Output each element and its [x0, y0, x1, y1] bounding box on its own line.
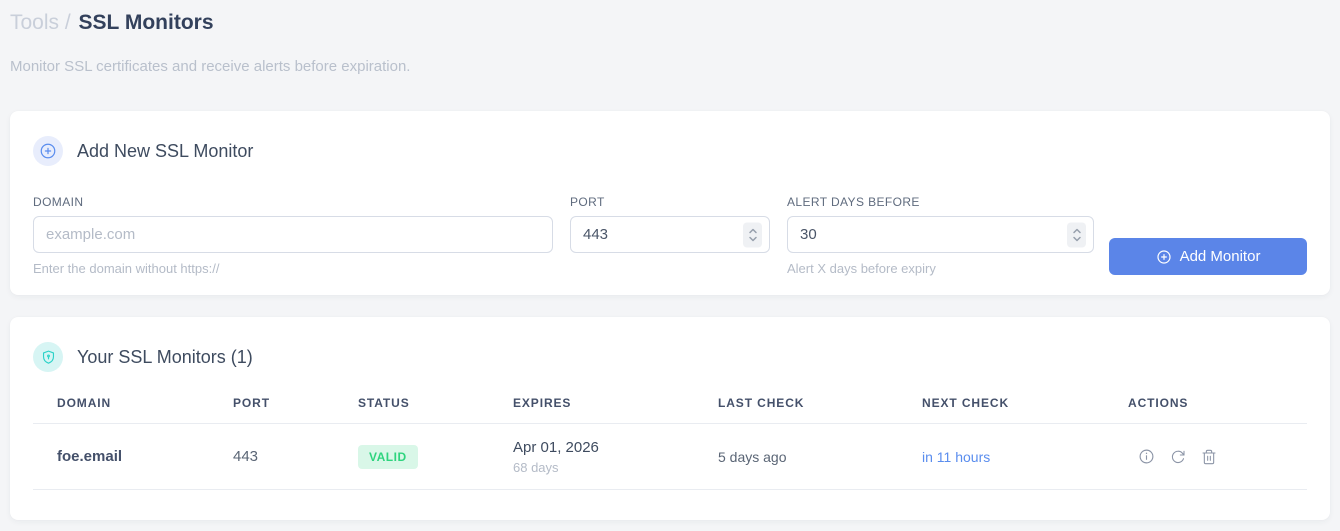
- add-monitor-button-label: Add Monitor: [1179, 248, 1261, 265]
- expires-date: Apr 01, 2026: [513, 438, 599, 456]
- domain-label: DOMAIN: [33, 195, 84, 209]
- add-monitor-form: DOMAIN Enter the domain without https://…: [33, 195, 1307, 276]
- plus-circle-icon: [33, 136, 63, 166]
- column-header-next-check: NEXT CHECK: [922, 396, 1010, 410]
- refresh-icon[interactable]: [1170, 449, 1186, 465]
- port-input[interactable]: [570, 216, 770, 253]
- breadcrumb-separator: /: [59, 11, 77, 34]
- expires-days-remaining: 68 days: [513, 459, 559, 475]
- column-header-last-check: LAST CHECK: [718, 396, 805, 410]
- port-label: PORT: [570, 195, 605, 209]
- breadcrumb-parent[interactable]: Tools: [10, 11, 59, 34]
- column-header-domain: DOMAIN: [57, 396, 112, 410]
- port-field-group: PORT: [570, 195, 770, 253]
- ssl-monitors-card-header: Your SSL Monitors (1): [33, 342, 1307, 372]
- ssl-monitors-card: Your SSL Monitors (1) DOMAIN PORT STATUS…: [10, 317, 1330, 520]
- add-monitor-title: Add New SSL Monitor: [77, 140, 254, 161]
- column-header-port: PORT: [233, 396, 270, 410]
- ssl-monitors-title: Your SSL Monitors (1): [77, 346, 253, 367]
- cell-actions: [1128, 448, 1307, 465]
- cell-next-check[interactable]: in 11 hours: [922, 449, 1128, 465]
- column-header-status: STATUS: [358, 396, 410, 410]
- plus-circle-icon: [1156, 249, 1172, 265]
- cell-port: 443: [233, 448, 259, 465]
- monitors-table: DOMAIN PORT STATUS EXPIRES LAST CHECK NE…: [33, 396, 1307, 490]
- table-row: foe.email 443 VALID Apr 01, 2026 68 days…: [33, 424, 1307, 490]
- add-monitor-button[interactable]: Add Monitor: [1109, 238, 1307, 275]
- column-header-expires: EXPIRES: [513, 396, 572, 410]
- domain-helper-text: Enter the domain without https://: [33, 261, 220, 276]
- add-monitor-card: Add New SSL Monitor DOMAIN Enter the dom…: [10, 111, 1330, 295]
- alert-days-helper-text: Alert X days before expiry: [787, 261, 936, 276]
- column-header-actions: ACTIONS: [1128, 396, 1189, 410]
- trash-icon[interactable]: [1201, 449, 1217, 465]
- cell-last-check: 5 days ago: [718, 448, 787, 465]
- shield-icon: [33, 342, 63, 372]
- breadcrumb: Tools / SSL Monitors: [10, 8, 1330, 38]
- page-header: Tools / SSL Monitors Monitor SSL certifi…: [0, 0, 1340, 75]
- alert-days-stepper[interactable]: [1067, 222, 1086, 247]
- alert-days-label: ALERT DAYS BEFORE: [787, 195, 920, 209]
- cell-expires: Apr 01, 2026 68 days: [513, 439, 718, 475]
- info-icon[interactable]: [1138, 448, 1155, 465]
- status-badge: VALID: [358, 444, 418, 469]
- port-stepper[interactable]: [743, 222, 762, 247]
- cell-domain: foe.email: [57, 448, 123, 465]
- cell-status: VALID: [358, 444, 513, 469]
- domain-input[interactable]: [33, 216, 553, 253]
- domain-field-group: DOMAIN Enter the domain without https://: [33, 195, 553, 276]
- add-monitor-card-header: Add New SSL Monitor: [33, 136, 1307, 166]
- alert-days-input[interactable]: [787, 216, 1094, 253]
- page-title: SSL Monitors: [78, 11, 214, 34]
- page-subtitle: Monitor SSL certificates and receive ale…: [10, 58, 411, 75]
- alert-days-field-group: ALERT DAYS BEFORE Alert X days before ex…: [787, 195, 1094, 276]
- monitors-table-header: DOMAIN PORT STATUS EXPIRES LAST CHECK NE…: [33, 396, 1307, 424]
